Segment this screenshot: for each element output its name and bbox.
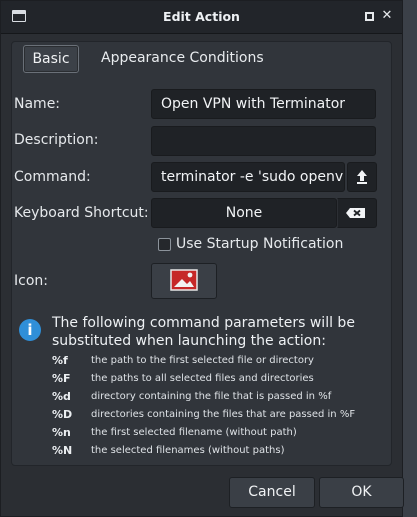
param-desc: directory containing the file that is pa… <box>91 391 332 402</box>
maximize-icon[interactable] <box>365 12 374 21</box>
param-desc: the selected filenames (without paths) <box>91 445 285 456</box>
parameter-list: %f the path to the first selected file o… <box>52 351 377 459</box>
startup-notification-checkbox[interactable] <box>158 238 171 251</box>
edit-action-dialog: Edit Action ✕ Basic Appearance Condition… <box>0 0 404 517</box>
name-label: Name: <box>14 96 61 112</box>
backspace-icon <box>346 208 365 218</box>
info-icon: i <box>19 319 41 341</box>
info-text: The following command parameters will be… <box>52 315 355 349</box>
command-label: Command: <box>14 169 91 185</box>
tab-appearance-conditions[interactable]: Appearance Conditions <box>101 50 264 66</box>
param-key: %F <box>52 372 71 385</box>
param-desc: the paths to all selected files and dire… <box>91 373 314 384</box>
browse-command-button[interactable] <box>347 162 377 192</box>
icon-label: Icon: <box>14 273 48 289</box>
tab-basic[interactable]: Basic <box>23 45 79 73</box>
title-bar: Edit Action ✕ <box>1 1 402 34</box>
param-desc: directories containing the files that ar… <box>91 409 356 420</box>
cancel-button[interactable]: Cancel <box>229 477 315 508</box>
list-item: %f the path to the first selected file o… <box>52 351 377 369</box>
param-desc: the first selected filename (without pat… <box>91 427 297 438</box>
window-title: Edit Action <box>163 9 240 24</box>
param-key: %d <box>52 390 71 403</box>
keyboard-shortcut-label: Keyboard Shortcut: <box>14 205 149 221</box>
image-icon <box>170 269 198 291</box>
name-field[interactable]: Open VPN with Terminator <box>151 89 376 119</box>
list-item: %N the selected filenames (without paths… <box>52 441 377 459</box>
startup-notification-label[interactable]: Use Startup Notification <box>176 236 343 252</box>
ok-button[interactable]: OK <box>319 477 404 508</box>
list-item: %n the first selected filename (without … <box>52 423 377 441</box>
description-field[interactable] <box>151 126 376 156</box>
icon-picker-button[interactable] <box>151 263 217 299</box>
param-key: %N <box>52 444 73 457</box>
param-key: %f <box>52 354 68 367</box>
description-label: Description: <box>14 132 99 148</box>
clear-shortcut-button[interactable] <box>337 198 377 228</box>
upload-icon <box>357 170 367 184</box>
list-item: %F the paths to all selected files and d… <box>52 369 377 387</box>
list-item: %D directories containing the files that… <box>52 405 377 423</box>
list-item: %d directory containing the file that is… <box>52 387 377 405</box>
close-icon[interactable]: ✕ <box>381 9 393 22</box>
param-desc: the path to the first selected file or d… <box>91 355 314 366</box>
param-key: %n <box>52 426 71 439</box>
param-key: %D <box>52 408 73 421</box>
keyboard-shortcut-button[interactable]: None <box>151 198 337 228</box>
command-field[interactable]: terminator -e 'sudo openvp <box>151 162 345 192</box>
